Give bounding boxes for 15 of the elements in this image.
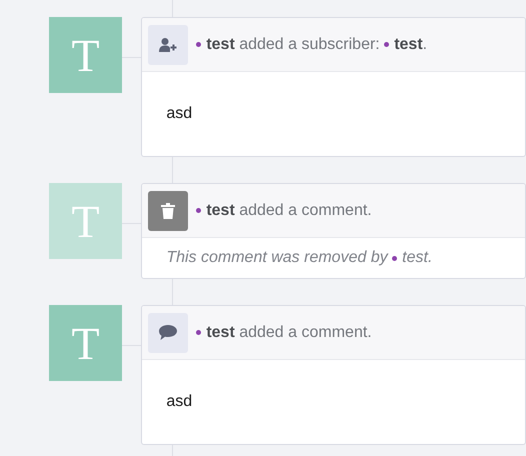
avatar: T (49, 183, 122, 259)
event-title: test added a comment. (196, 198, 372, 222)
user-link[interactable]: test (196, 320, 235, 344)
comment-text: asd (166, 105, 192, 122)
avatar: T (49, 305, 122, 381)
event-title: test added a subscriber: test. (196, 32, 428, 56)
speech-bubble-icon (158, 324, 178, 341)
avatar: T (49, 17, 122, 93)
event-title: test added a comment. (196, 320, 372, 344)
user-link[interactable]: test (384, 32, 423, 56)
comment-text: asd (166, 393, 192, 410)
user-link[interactable]: test (196, 32, 235, 56)
user-link[interactable]: test (196, 198, 235, 222)
trash-icon (161, 202, 176, 218)
add-user-icon (159, 36, 178, 52)
